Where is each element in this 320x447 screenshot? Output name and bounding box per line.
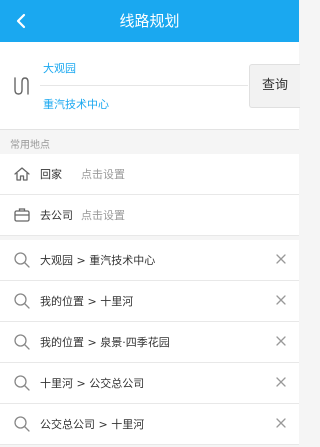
favorite-work-row[interactable]: 去公司 点击设置 xyxy=(0,195,299,236)
history-text: 大观园 > 重汽技术中心 xyxy=(40,254,156,267)
search-icon xyxy=(14,334,30,350)
history-item[interactable]: 大观园 > 重汽技术中心 xyxy=(0,240,299,281)
close-icon[interactable] xyxy=(275,294,287,306)
history-item[interactable]: 我的位置 > 泉景·四季花园 xyxy=(0,322,299,363)
close-icon[interactable] xyxy=(275,417,287,429)
search-icon xyxy=(14,252,30,268)
favorite-home-row[interactable]: 回家 点击设置 xyxy=(0,154,299,195)
history-item[interactable]: 十里河 > 公交总公司 xyxy=(0,363,299,404)
close-icon[interactable] xyxy=(275,376,287,388)
section-title: 常用地点 xyxy=(10,140,50,151)
close-icon[interactable] xyxy=(275,335,287,347)
top-bar: 线路规划 xyxy=(0,0,299,42)
favorite-label: 回家 xyxy=(40,168,62,181)
search-icon xyxy=(14,293,30,309)
history-item[interactable]: 公交总公司 > 十里河 xyxy=(0,404,299,445)
history-text: 十里河 > 公交总公司 xyxy=(40,377,145,390)
home-icon xyxy=(14,167,30,181)
route-swap-icon[interactable] xyxy=(12,76,30,96)
favorite-hint: 点击设置 xyxy=(81,168,125,181)
end-point-field[interactable]: 重汽技术中心 xyxy=(43,96,109,112)
history-text: 我的位置 > 泉景·四季花园 xyxy=(40,336,170,349)
favorite-label: 去公司 xyxy=(40,209,73,222)
page-title: 线路规划 xyxy=(119,12,180,30)
history-item[interactable]: 我的位置 > 十里河 xyxy=(0,281,299,322)
briefcase-icon xyxy=(14,208,30,222)
route-panel: 大观园 重汽技术中心 查询 xyxy=(0,42,300,130)
close-icon[interactable] xyxy=(275,253,287,265)
query-button[interactable]: 查询 xyxy=(249,64,300,108)
history-text: 我的位置 > 十里河 xyxy=(40,295,134,308)
common-places-header: 常用地点 xyxy=(0,130,299,154)
favorite-hint: 点击设置 xyxy=(81,209,125,222)
start-point-field[interactable]: 大观园 xyxy=(43,60,76,76)
search-icon xyxy=(14,375,30,391)
route-divider xyxy=(40,85,248,86)
search-icon xyxy=(14,416,30,432)
history-text: 公交总公司 > 十里河 xyxy=(40,418,145,431)
